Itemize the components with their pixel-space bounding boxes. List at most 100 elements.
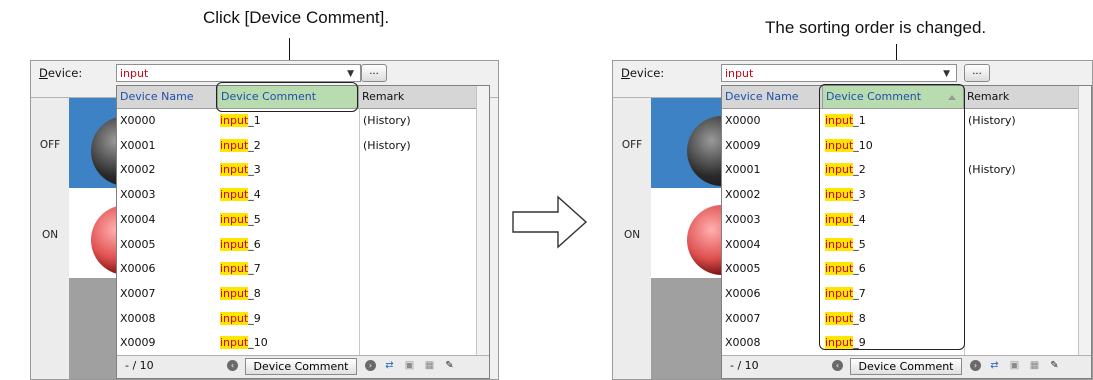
dropdown-arrow-icon[interactable]: ▼ bbox=[347, 65, 354, 83]
list-item[interactable]: X0006 input_7 bbox=[117, 257, 489, 281]
device-name-cell: X0002 bbox=[725, 188, 761, 202]
next-circle-icon[interactable]: › bbox=[970, 360, 981, 371]
device-name-cell: X0009 bbox=[725, 138, 761, 152]
comment-suffix: _1 bbox=[248, 114, 261, 127]
device-name-cell: X0008 bbox=[725, 336, 761, 350]
column-header-remark[interactable]: Remark bbox=[964, 86, 1079, 108]
comment-suffix: _10 bbox=[248, 336, 268, 350]
list-item[interactable]: X0007 input_8 bbox=[117, 282, 489, 306]
remark-cell: (History) bbox=[363, 114, 411, 127]
device-input[interactable]: input ▼ bbox=[116, 64, 361, 82]
dropdown-footer: - / 10 ‹ Device Comment › ⇄ ▣ ▦ ✎ bbox=[117, 355, 489, 378]
device-name-cell: X0005 bbox=[725, 262, 761, 276]
device-comment-cell: input_7 bbox=[220, 257, 261, 281]
comment-suffix: _2 bbox=[248, 138, 261, 152]
search-match-highlight: input bbox=[220, 336, 249, 350]
device-name-cell: X0007 bbox=[120, 286, 156, 300]
device-name-cell: X0000 bbox=[725, 114, 761, 127]
highlight-device-comment-header bbox=[216, 82, 358, 112]
device-comment-cell: input_4 bbox=[220, 183, 261, 207]
device-name-cell: X0009 bbox=[120, 336, 156, 350]
comment-suffix: _6 bbox=[248, 237, 261, 251]
search-match-highlight: input bbox=[220, 188, 249, 202]
sort-key-button[interactable]: Device Comment bbox=[850, 358, 962, 375]
copy-device-icon[interactable]: ⇄ bbox=[988, 360, 1001, 372]
highlight-device-comment-column bbox=[819, 84, 965, 350]
sort-key-button[interactable]: Device Comment bbox=[245, 358, 357, 375]
device-name-cell: X0001 bbox=[725, 163, 761, 177]
state-off-label: OFF bbox=[621, 139, 643, 151]
device-input-value: input bbox=[120, 67, 149, 80]
search-match-highlight: input bbox=[220, 212, 249, 226]
wrench-icon[interactable]: ✎ bbox=[1048, 360, 1061, 372]
prev-circle-icon[interactable]: ‹ bbox=[832, 360, 843, 371]
search-match-highlight: input bbox=[220, 163, 249, 177]
record-count: - / 10 bbox=[730, 359, 759, 372]
list-item[interactable]: X0005 input_6 bbox=[117, 233, 489, 257]
display-format-icon[interactable]: ▦ bbox=[423, 360, 436, 372]
device-comment-cell: input_8 bbox=[220, 282, 261, 306]
list-item[interactable]: X0004 input_5 bbox=[117, 208, 489, 232]
device-name-cell: X0001 bbox=[120, 138, 156, 152]
dropdown-arrow-icon[interactable]: ▼ bbox=[943, 65, 950, 83]
copy-device-icon[interactable]: ⇄ bbox=[383, 360, 396, 372]
comment-suffix: _7 bbox=[248, 262, 261, 276]
caption-left: Click [Device Comment]. bbox=[203, 8, 390, 27]
device-name-cell: X0004 bbox=[725, 237, 761, 251]
device-input[interactable]: input ▼ bbox=[721, 64, 957, 82]
device-comment-cell: input_1 bbox=[220, 109, 261, 133]
state-on-label: ON bbox=[41, 229, 59, 241]
column-header-remark[interactable]: Remark bbox=[359, 86, 477, 108]
device-label: Device: bbox=[621, 66, 665, 80]
device-name-cell: X0003 bbox=[120, 188, 156, 202]
list-item[interactable]: X0003 input_4 bbox=[117, 183, 489, 207]
device-name-cell: X0005 bbox=[120, 237, 156, 251]
search-match-highlight: input bbox=[220, 286, 249, 300]
paste-device-icon[interactable]: ▣ bbox=[403, 360, 416, 372]
caption-right: The sorting order is changed. bbox=[765, 18, 987, 37]
comment-suffix: _5 bbox=[248, 212, 261, 226]
column-header-device-name[interactable]: Device Name bbox=[117, 86, 217, 108]
wrench-icon[interactable]: ✎ bbox=[443, 360, 456, 372]
list-item[interactable]: X0002 input_3 bbox=[117, 158, 489, 182]
comment-suffix: _3 bbox=[248, 163, 261, 177]
dropdown-footer: - / 10 ‹ Device Comment › ⇄ ▣ ▦ ✎ bbox=[722, 355, 1091, 378]
device-comment-cell: input_10 bbox=[220, 331, 268, 355]
prev-circle-icon[interactable]: ‹ bbox=[227, 360, 238, 371]
device-comment-cell: input_5 bbox=[220, 208, 261, 232]
comment-suffix: _4 bbox=[248, 188, 261, 202]
device-label: Device: bbox=[39, 66, 83, 80]
search-match-highlight: input bbox=[220, 237, 249, 251]
display-format-icon[interactable]: ▦ bbox=[1028, 360, 1041, 372]
next-circle-icon[interactable]: › bbox=[365, 360, 376, 371]
browse-button[interactable]: ... bbox=[361, 64, 387, 82]
search-match-highlight: input bbox=[220, 114, 249, 127]
browse-button[interactable]: ... bbox=[964, 64, 990, 82]
column-header-device-name[interactable]: Device Name bbox=[722, 86, 822, 108]
state-on-label: ON bbox=[623, 229, 641, 241]
device-name-cell: X0002 bbox=[120, 163, 156, 177]
search-match-highlight: input bbox=[220, 262, 249, 276]
list-item[interactable]: X0009 input_10 bbox=[117, 331, 489, 355]
device-input-value: input bbox=[725, 67, 754, 80]
device-name-cell: X0006 bbox=[725, 286, 761, 300]
record-count: - / 10 bbox=[125, 359, 154, 372]
device-dropdown-before: Device Name Device Comment Remark X0000 i… bbox=[116, 85, 490, 379]
device-comment-cell: input_3 bbox=[220, 158, 261, 182]
device-name-cell: X0004 bbox=[120, 212, 156, 226]
remark-cell: (History) bbox=[968, 114, 1016, 127]
device-name-cell: X0007 bbox=[725, 311, 761, 325]
list-item[interactable]: X0008 input_9 bbox=[117, 307, 489, 331]
list-item[interactable]: X0000 input_1 (History) bbox=[117, 109, 489, 133]
arrow-right-outline-icon bbox=[512, 195, 588, 249]
remark-cell: (History) bbox=[363, 138, 411, 152]
list-item[interactable]: X0001 input_2 (History) bbox=[117, 134, 489, 158]
state-off-label: OFF bbox=[39, 139, 61, 151]
search-match-highlight: input bbox=[220, 311, 249, 325]
device-comment-cell: input_6 bbox=[220, 233, 261, 257]
device-name-cell: X0008 bbox=[120, 311, 156, 325]
device-name-cell: X0003 bbox=[725, 212, 761, 226]
paste-device-icon[interactable]: ▣ bbox=[1008, 360, 1021, 372]
device-name-cell: X0000 bbox=[120, 114, 156, 127]
remark-cell: (History) bbox=[968, 163, 1016, 177]
